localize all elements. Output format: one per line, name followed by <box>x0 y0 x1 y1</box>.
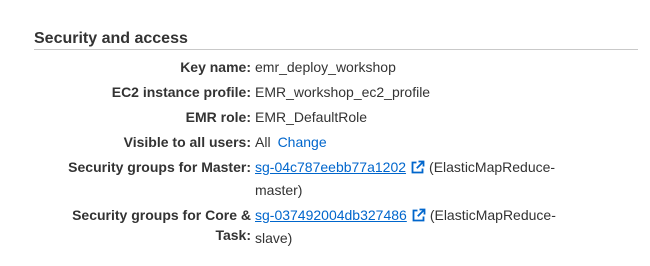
visible-to-all-users-label: Visible to all users: <box>123 134 251 150</box>
row-emr-role: EMR role: EMR_DefaultRole <box>34 107 638 127</box>
security-groups-core-task-label: Security groups for Core & Task: <box>34 205 255 248</box>
security-group-core-name-2: slave) <box>255 230 293 246</box>
security-groups-master-value: sg-04c787eebb77a1202 (ElasticMapReduce-ma… <box>255 157 600 200</box>
external-link-icon[interactable] <box>410 160 425 180</box>
row-security-groups-master: Security groups for Master: sg-04c787eeb… <box>34 157 638 200</box>
security-group-master-name-1: (ElasticMapReduce- <box>429 159 556 175</box>
security-groups-core-task-label-1: Security groups for Core & <box>72 207 251 223</box>
emr-role-value: EMR_DefaultRole <box>255 109 368 125</box>
row-key-name: Key name: emr_deploy_workshop <box>34 57 638 77</box>
security-groups-master-label: Security groups for Master: <box>68 159 251 175</box>
row-security-groups-core-task: Security groups for Core & Task: sg-03749… <box>34 205 638 248</box>
section-title: Security and access <box>34 30 188 47</box>
security-group-master-name-2: master) <box>255 182 303 198</box>
emr-role-label: EMR role: <box>185 109 251 125</box>
security-group-core-link[interactable]: sg-037492004db327486 <box>255 207 407 223</box>
key-name-label: Key name: <box>180 59 251 75</box>
visible-to-all-users-value: All <box>255 134 271 150</box>
visible-to-all-users-value-container: All Change <box>255 132 600 152</box>
security-and-access-section: Security and access Key name: emr_deploy… <box>34 28 638 246</box>
row-ec2-instance-profile: EC2 instance profile: EMR_workshop_ec2_p… <box>34 82 638 102</box>
key-name-value: emr_deploy_workshop <box>255 59 396 75</box>
row-visible-to-all-users: Visible to all users: All Change <box>34 132 638 152</box>
ec2-instance-profile-label: EC2 instance profile: <box>111 84 251 100</box>
ec2-instance-profile-value: EMR_workshop_ec2_profile <box>255 84 431 100</box>
external-link-icon[interactable] <box>411 208 426 228</box>
change-visibility-link[interactable]: Change <box>278 134 327 150</box>
security-groups-core-task-value: sg-037492004db327486 (ElasticMapReduce-sl… <box>255 205 600 248</box>
security-groups-core-task-label-2: Task: <box>215 227 251 243</box>
security-group-master-link[interactable]: sg-04c787eebb77a1202 <box>255 159 406 175</box>
security-group-core-name-1: (ElasticMapReduce- <box>429 207 556 223</box>
details-list: Key name: emr_deploy_workshop EC2 instan… <box>34 57 638 253</box>
